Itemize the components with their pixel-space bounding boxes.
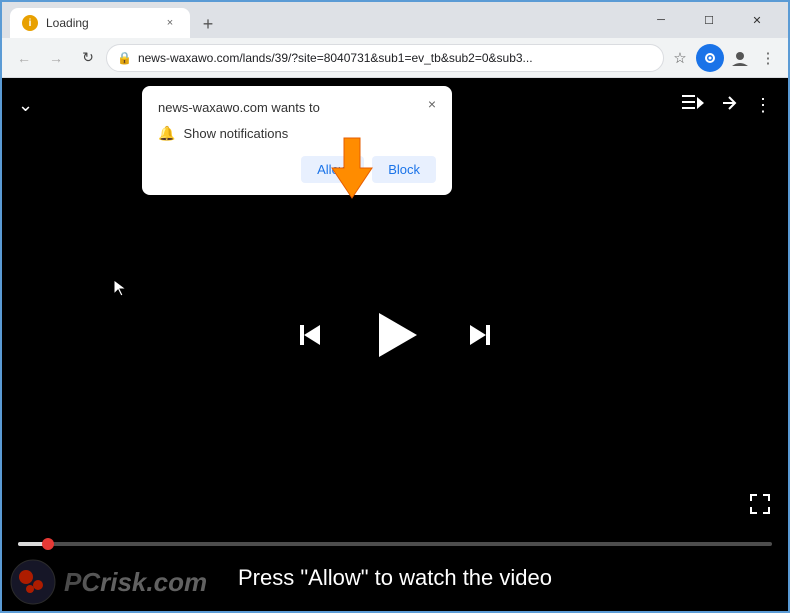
active-tab[interactable]: i Loading ×: [10, 8, 190, 38]
tab-title: Loading: [46, 16, 154, 30]
page-content: ⌄: [2, 78, 788, 611]
popup-close-button[interactable]: ×: [422, 94, 442, 114]
new-tab-button[interactable]: +: [194, 10, 222, 38]
forward-button[interactable]: →: [42, 44, 70, 72]
play-button[interactable]: [368, 308, 422, 362]
tab-area: i Loading × +: [10, 2, 634, 38]
notification-popup: × news-waxawo.com wants to 🔔 Show notifi…: [142, 86, 452, 195]
player-chevron-down-icon[interactable]: ⌄: [18, 95, 33, 116]
address-text: news-waxawo.com/lands/39/?site=8040731&s…: [138, 51, 653, 65]
reload-button[interactable]: ↻: [74, 44, 102, 72]
playback-controls: [292, 308, 498, 362]
arrow-overlay: [312, 128, 392, 213]
profile-button[interactable]: [728, 46, 752, 70]
watermark-text: PCrisk.com: [64, 567, 207, 598]
back-button[interactable]: ←: [10, 44, 38, 72]
minimize-button[interactable]: ─: [638, 2, 684, 38]
bookmark-star-icon[interactable]: ☆: [668, 46, 692, 70]
show-notifications-label: Show notifications: [183, 126, 288, 141]
popup-buttons: Allow Block: [158, 156, 436, 183]
skip-next-button[interactable]: [462, 317, 498, 353]
toolbar: ← → ↻ 🔒 news-waxawo.com/lands/39/?site=8…: [2, 38, 788, 78]
play-icon: [379, 313, 417, 357]
extensions-button[interactable]: [696, 44, 724, 72]
progress-dot: [42, 538, 54, 550]
browser-window: i Loading × + ─ ☐ ✕ ← → ↻ 🔒 news-waxawo.…: [0, 0, 790, 613]
skip-previous-button[interactable]: [292, 317, 328, 353]
mouse-cursor: [112, 278, 132, 303]
player-right-icons: ⋮: [682, 94, 772, 117]
close-button[interactable]: ✕: [734, 2, 780, 38]
address-bar[interactable]: 🔒 news-waxawo.com/lands/39/?site=8040731…: [106, 44, 664, 72]
window-controls: ─ ☐ ✕: [638, 2, 780, 38]
tab-close-button[interactable]: ×: [162, 15, 178, 31]
pcrisk-logo-icon: [10, 559, 56, 605]
more-options-icon[interactable]: ⋮: [754, 95, 772, 116]
playlist-icon[interactable]: [682, 94, 704, 117]
notification-row: 🔔 Show notifications: [158, 125, 436, 142]
lock-icon: 🔒: [117, 51, 132, 65]
share-icon[interactable]: [720, 94, 738, 117]
tab-favicon: i: [22, 15, 38, 31]
bell-icon: 🔔: [158, 125, 175, 142]
maximize-button[interactable]: ☐: [686, 2, 732, 38]
progress-fill: [18, 542, 48, 546]
chrome-menu-button[interactable]: ⋮: [756, 46, 780, 70]
popup-title: news-waxawo.com wants to: [158, 100, 436, 115]
title-bar: i Loading × + ─ ☐ ✕: [2, 2, 788, 38]
progress-bar[interactable]: [18, 542, 772, 546]
watermark: PCrisk.com: [10, 559, 207, 605]
fullscreen-button[interactable]: [748, 492, 772, 521]
